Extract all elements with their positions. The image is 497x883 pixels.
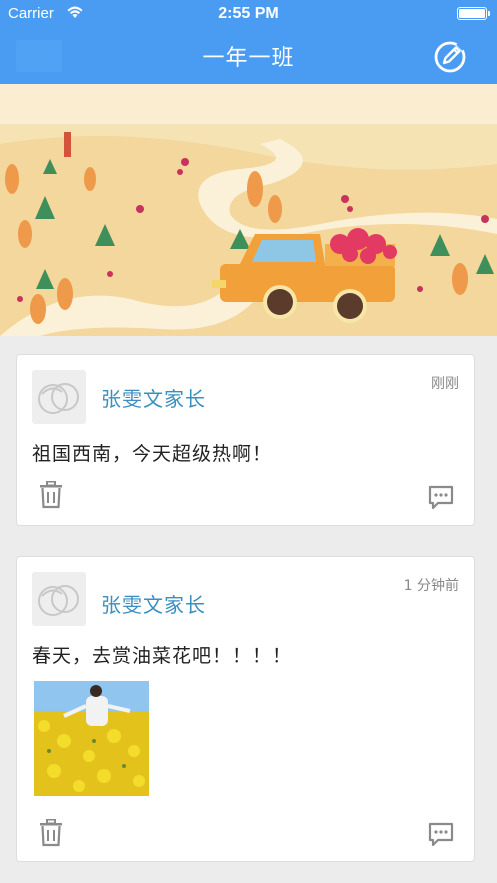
navigation-bar: 一年一班 [0, 28, 497, 84]
post-photo[interactable] [34, 681, 149, 796]
battery-icon [457, 7, 490, 20]
post-time: 刚刚 [431, 376, 459, 392]
delete-icon[interactable] [39, 480, 63, 509]
post-card: 张雯文家长 1 分钟前 春天，去赏油菜花吧！！！！ [16, 556, 475, 862]
page-title: 一年一班 [202, 46, 295, 71]
post-content: 春天，去赏油菜花吧！！！！ [32, 645, 293, 667]
delete-icon[interactable] [39, 818, 63, 847]
compose-icon[interactable] [433, 40, 467, 74]
post-author[interactable]: 张雯文家长 [101, 383, 206, 412]
avatar[interactable] [32, 572, 86, 626]
banner-image [0, 84, 497, 336]
post-card: 张雯文家长 刚刚 祖国西南，今天超级热啊！ [16, 354, 475, 526]
post-content: 祖国西南，今天超级热啊！ [32, 443, 273, 465]
comment-icon[interactable] [428, 822, 454, 848]
avatar[interactable] [32, 370, 86, 424]
status-bar: Carrier 2:55 PM [0, 0, 497, 28]
clock: 2:55 PM [218, 5, 279, 22]
post-author[interactable]: 张雯文家长 [101, 589, 206, 618]
comment-icon[interactable] [428, 485, 454, 511]
post-time: 1 分钟前 [403, 578, 459, 594]
